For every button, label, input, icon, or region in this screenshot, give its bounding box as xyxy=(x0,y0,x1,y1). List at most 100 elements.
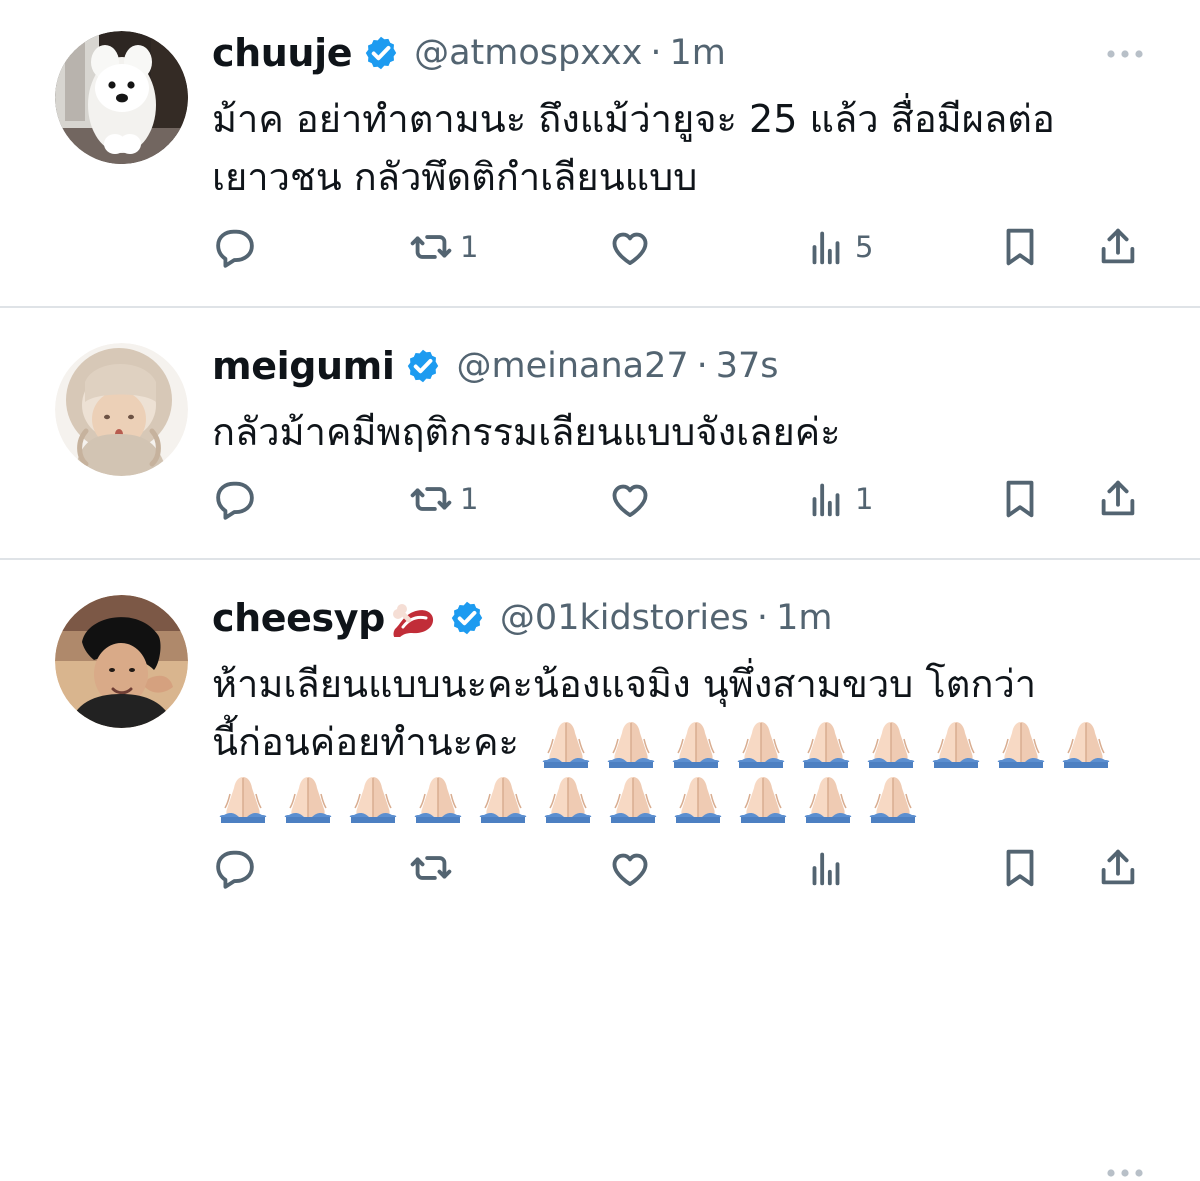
retweet-icon xyxy=(408,476,454,522)
views-button[interactable] xyxy=(803,841,849,895)
tweet-card[interactable]: meigumi @meinana27 · 37s กลัวม้าคมีพฤติก… xyxy=(0,308,1200,673)
folded-hands-icon xyxy=(862,774,924,826)
folded-hands-icon xyxy=(665,719,727,771)
verified-badge-icon xyxy=(404,347,442,385)
heart-icon xyxy=(607,224,653,270)
bookmark-icon xyxy=(997,224,1043,270)
tweet-action-bar: 1 5 xyxy=(212,220,1142,274)
tweet-action-bar: 1 1 xyxy=(212,472,1142,526)
header-separator: · xyxy=(650,33,662,73)
tweet-text-line: ห้ามเลียนแบบนะคะน้องแจมิง นุพึ่งสามขวบ โ… xyxy=(212,662,1037,706)
folded-hands-icon xyxy=(667,774,729,826)
views-button[interactable]: 1 xyxy=(803,472,873,526)
verified-badge-icon xyxy=(448,599,486,637)
folded-hands-icon xyxy=(212,774,274,826)
folded-hands-icon xyxy=(795,719,857,771)
avatar[interactable] xyxy=(55,595,188,728)
heart-icon xyxy=(607,476,653,522)
tweet-content: meigumi @meinana27 · 37s กลัวม้าคมีพฤติก… xyxy=(212,341,1162,461)
folded-hands-icon xyxy=(277,774,339,826)
folded-hands-icon xyxy=(342,774,404,826)
timeline-feed: chuuje @atmospxxx · 1m ม้าค อย่าทำตามนะ … xyxy=(0,0,1200,1177)
header-separator: · xyxy=(696,346,708,386)
more-options-icon[interactable] xyxy=(1104,46,1146,62)
tweet-content: chuuje @atmospxxx · 1m ม้าค อย่าทำตามนะ … xyxy=(212,28,1162,206)
tweet-timestamp[interactable]: 1m xyxy=(670,28,726,78)
share-button[interactable] xyxy=(1095,472,1141,526)
like-button[interactable] xyxy=(607,841,653,895)
tweet-text-line: กลัวม้าคมีพฤติกรรมเลียนแบบจังเลยค่ะ xyxy=(212,410,841,454)
inline-emoji-group xyxy=(535,719,1117,771)
like-button[interactable] xyxy=(607,472,659,526)
folded-hands-icon xyxy=(990,719,1052,771)
views-count: 1 xyxy=(855,482,874,516)
analytics-icon xyxy=(803,224,849,270)
like-button[interactable] xyxy=(607,220,659,274)
folded-hands-icon xyxy=(407,774,469,826)
tweet-timestamp[interactable]: 37s xyxy=(716,341,779,391)
display-name[interactable]: chuuje xyxy=(212,28,352,78)
share-icon xyxy=(1095,476,1141,522)
retweet-icon xyxy=(408,224,454,270)
user-handle[interactable]: @meinana27 xyxy=(456,341,688,391)
tweet-timestamp[interactable]: 1m xyxy=(776,593,832,643)
reply-button[interactable] xyxy=(212,472,264,526)
share-icon xyxy=(1095,845,1141,891)
folded-hands-icon xyxy=(730,719,792,771)
tweet-content: cheesyp @01kidstories · 1m ห้ามเลียนแบบน… xyxy=(212,593,1162,827)
bookmark-icon xyxy=(997,476,1043,522)
display-name[interactable]: cheesyp xyxy=(212,593,385,643)
avatar[interactable] xyxy=(55,31,188,164)
reply-button[interactable] xyxy=(212,220,264,274)
verified-badge-icon xyxy=(362,34,400,72)
user-handle[interactable]: @atmospxxx xyxy=(414,28,642,78)
display-name[interactable]: meigumi xyxy=(212,341,395,391)
folded-hands-icon xyxy=(925,719,987,771)
folded-hands-icon xyxy=(472,774,534,826)
retweet-button[interactable]: 1 xyxy=(408,220,478,274)
bookmark-button[interactable] xyxy=(997,841,1043,895)
share-icon xyxy=(1095,224,1141,270)
tweet-text-line: นี้ก่อนค่อยทำนะคะ xyxy=(212,713,1162,771)
folded-hands-icon xyxy=(1055,719,1117,771)
reply-icon xyxy=(212,476,258,522)
retweet-count: 1 xyxy=(460,230,479,264)
retweet-icon xyxy=(408,845,454,891)
bookmark-button[interactable] xyxy=(997,220,1043,274)
share-button[interactable] xyxy=(1095,841,1141,895)
bookmark-button[interactable] xyxy=(997,472,1043,526)
folded-hands-icon xyxy=(732,774,794,826)
header-separator: · xyxy=(756,598,769,638)
tweet-text-segment: นี้ก่อนค่อยทำนะคะ xyxy=(212,720,519,764)
tweet-card[interactable]: cheesyp @01kidstories · 1m ห้ามเลียนแบบน… xyxy=(0,560,1200,1177)
tweet-action-bar xyxy=(212,841,1142,895)
retweet-count: 1 xyxy=(460,482,479,516)
folded-hands-icon xyxy=(860,719,922,771)
user-handle[interactable]: @01kidstories xyxy=(500,593,749,643)
more-options-icon[interactable] xyxy=(1104,1165,1146,1181)
analytics-icon xyxy=(803,845,849,891)
emoji-row xyxy=(212,773,1162,827)
retweet-button[interactable] xyxy=(408,841,454,895)
folded-hands-icon xyxy=(602,774,664,826)
share-button[interactable] xyxy=(1095,220,1141,274)
views-button[interactable]: 5 xyxy=(803,220,873,274)
folded-hands-icon xyxy=(600,719,662,771)
avatar[interactable] xyxy=(55,343,188,476)
reply-icon xyxy=(212,224,258,270)
folded-hands-icon xyxy=(535,719,597,771)
reply-button[interactable] xyxy=(212,841,258,895)
folded-hands-icon xyxy=(797,774,859,826)
tweet-card[interactable]: chuuje @atmospxxx · 1m ม้าค อย่าทำตามนะ … xyxy=(0,0,1200,306)
folded-hands-icon xyxy=(537,774,599,826)
tweet-header: meigumi @meinana27 · 37s xyxy=(212,341,1162,391)
bookmark-icon xyxy=(997,845,1043,891)
retweet-button[interactable]: 1 xyxy=(408,472,478,526)
meat-on-bone-icon xyxy=(391,599,438,637)
heart-icon xyxy=(607,845,653,891)
tweet-header: cheesyp @01kidstories · 1m xyxy=(212,593,1162,643)
reply-icon xyxy=(212,845,258,891)
tweet-text-line: เยาวชน กลัวพึดติกำเลียนแบบ xyxy=(212,155,698,199)
tweet-header: chuuje @atmospxxx · 1m xyxy=(212,28,1162,78)
tweet-text-line: ม้าค อย่าทำตามนะ ถึงแม้ว่ายูจะ 25 แล้ว ส… xyxy=(212,97,1055,141)
